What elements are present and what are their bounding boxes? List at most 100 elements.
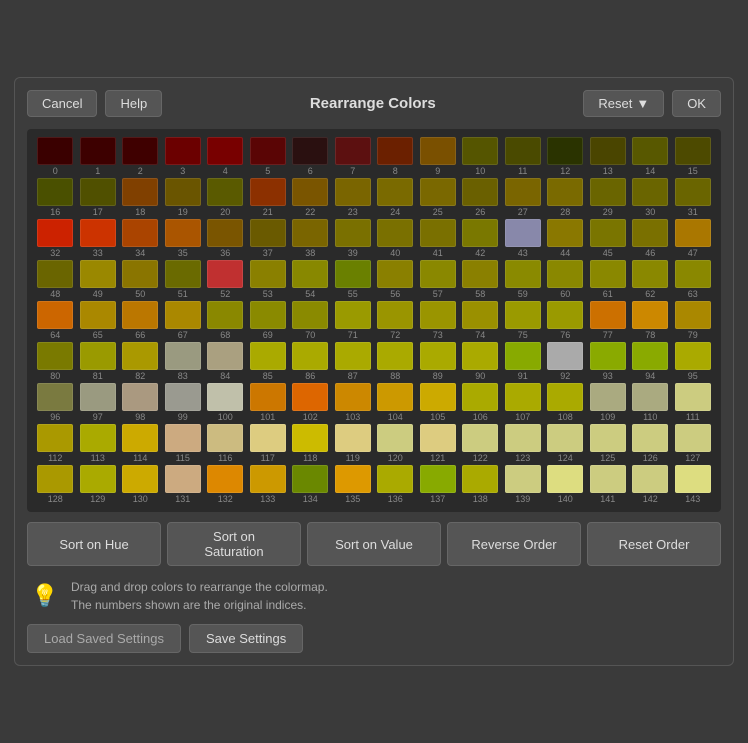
color-cell[interactable]: 124 — [545, 424, 586, 463]
color-swatch[interactable] — [675, 342, 711, 370]
color-swatch[interactable] — [590, 260, 626, 288]
color-swatch[interactable] — [80, 342, 116, 370]
color-cell[interactable]: 55 — [333, 260, 374, 299]
color-swatch[interactable] — [632, 137, 668, 165]
color-cell[interactable]: 31 — [673, 178, 714, 217]
color-swatch[interactable] — [632, 465, 668, 493]
color-swatch[interactable] — [505, 301, 541, 329]
color-swatch[interactable] — [207, 219, 243, 247]
color-swatch[interactable] — [632, 178, 668, 206]
color-swatch[interactable] — [292, 219, 328, 247]
color-cell[interactable]: 13 — [588, 137, 629, 176]
color-cell[interactable]: 79 — [673, 301, 714, 340]
sort-value-button[interactable]: Sort on Value — [307, 522, 441, 566]
color-cell[interactable]: 7 — [333, 137, 374, 176]
color-cell[interactable]: 23 — [333, 178, 374, 217]
color-swatch[interactable] — [292, 178, 328, 206]
color-swatch[interactable] — [292, 301, 328, 329]
color-swatch[interactable] — [165, 219, 201, 247]
color-cell[interactable]: 36 — [205, 219, 246, 258]
reset-order-button[interactable]: Reset Order — [587, 522, 721, 566]
color-cell[interactable]: 4 — [205, 137, 246, 176]
color-swatch[interactable] — [675, 178, 711, 206]
color-cell[interactable]: 140 — [545, 465, 586, 504]
color-swatch[interactable] — [547, 137, 583, 165]
color-cell[interactable]: 71 — [333, 301, 374, 340]
color-swatch[interactable] — [207, 383, 243, 411]
color-cell[interactable]: 2 — [120, 137, 161, 176]
color-cell[interactable]: 87 — [333, 342, 374, 381]
color-cell[interactable]: 104 — [375, 383, 416, 422]
color-swatch[interactable] — [505, 178, 541, 206]
color-swatch[interactable] — [207, 342, 243, 370]
color-cell[interactable]: 53 — [248, 260, 289, 299]
color-cell[interactable]: 97 — [78, 383, 119, 422]
color-cell[interactable]: 16 — [35, 178, 76, 217]
color-cell[interactable]: 68 — [205, 301, 246, 340]
color-swatch[interactable] — [335, 301, 371, 329]
color-cell[interactable]: 135 — [333, 465, 374, 504]
color-cell[interactable]: 54 — [290, 260, 331, 299]
color-cell[interactable]: 24 — [375, 178, 416, 217]
color-cell[interactable]: 80 — [35, 342, 76, 381]
color-cell[interactable]: 115 — [163, 424, 204, 463]
color-swatch[interactable] — [675, 465, 711, 493]
color-cell[interactable]: 22 — [290, 178, 331, 217]
color-swatch[interactable] — [675, 301, 711, 329]
color-cell[interactable]: 38 — [290, 219, 331, 258]
color-cell[interactable]: 82 — [120, 342, 161, 381]
color-swatch[interactable] — [292, 137, 328, 165]
color-swatch[interactable] — [590, 219, 626, 247]
color-cell[interactable]: 21 — [248, 178, 289, 217]
color-swatch[interactable] — [420, 137, 456, 165]
color-swatch[interactable] — [122, 260, 158, 288]
color-cell[interactable]: 30 — [630, 178, 671, 217]
color-swatch[interactable] — [165, 137, 201, 165]
color-swatch[interactable] — [165, 178, 201, 206]
color-cell[interactable]: 47 — [673, 219, 714, 258]
color-swatch[interactable] — [377, 301, 413, 329]
color-swatch[interactable] — [377, 383, 413, 411]
color-cell[interactable]: 65 — [78, 301, 119, 340]
color-swatch[interactable] — [335, 342, 371, 370]
color-cell[interactable]: 138 — [460, 465, 501, 504]
color-swatch[interactable] — [420, 301, 456, 329]
color-swatch[interactable] — [37, 465, 73, 493]
color-cell[interactable]: 37 — [248, 219, 289, 258]
color-swatch[interactable] — [547, 383, 583, 411]
color-cell[interactable]: 50 — [120, 260, 161, 299]
color-cell[interactable]: 96 — [35, 383, 76, 422]
color-swatch[interactable] — [547, 219, 583, 247]
color-swatch[interactable] — [335, 424, 371, 452]
color-cell[interactable]: 103 — [333, 383, 374, 422]
color-cell[interactable]: 134 — [290, 465, 331, 504]
color-cell[interactable]: 35 — [163, 219, 204, 258]
color-swatch[interactable] — [165, 342, 201, 370]
color-cell[interactable]: 15 — [673, 137, 714, 176]
color-swatch[interactable] — [547, 178, 583, 206]
color-cell[interactable]: 89 — [418, 342, 459, 381]
color-swatch[interactable] — [207, 424, 243, 452]
color-swatch[interactable] — [420, 219, 456, 247]
color-swatch[interactable] — [505, 342, 541, 370]
color-cell[interactable]: 110 — [630, 383, 671, 422]
color-cell[interactable]: 133 — [248, 465, 289, 504]
color-cell[interactable]: 58 — [460, 260, 501, 299]
color-swatch[interactable] — [250, 219, 286, 247]
save-settings-button[interactable]: Save Settings — [189, 624, 303, 653]
color-swatch[interactable] — [505, 424, 541, 452]
color-swatch[interactable] — [292, 260, 328, 288]
color-swatch[interactable] — [165, 260, 201, 288]
color-swatch[interactable] — [122, 383, 158, 411]
color-cell[interactable]: 41 — [418, 219, 459, 258]
color-swatch[interactable] — [207, 301, 243, 329]
color-swatch[interactable] — [462, 137, 498, 165]
color-cell[interactable]: 48 — [35, 260, 76, 299]
color-cell[interactable]: 33 — [78, 219, 119, 258]
color-cell[interactable]: 11 — [503, 137, 544, 176]
color-swatch[interactable] — [37, 219, 73, 247]
color-cell[interactable]: 19 — [163, 178, 204, 217]
color-cell[interactable]: 119 — [333, 424, 374, 463]
color-cell[interactable]: 60 — [545, 260, 586, 299]
color-cell[interactable]: 14 — [630, 137, 671, 176]
